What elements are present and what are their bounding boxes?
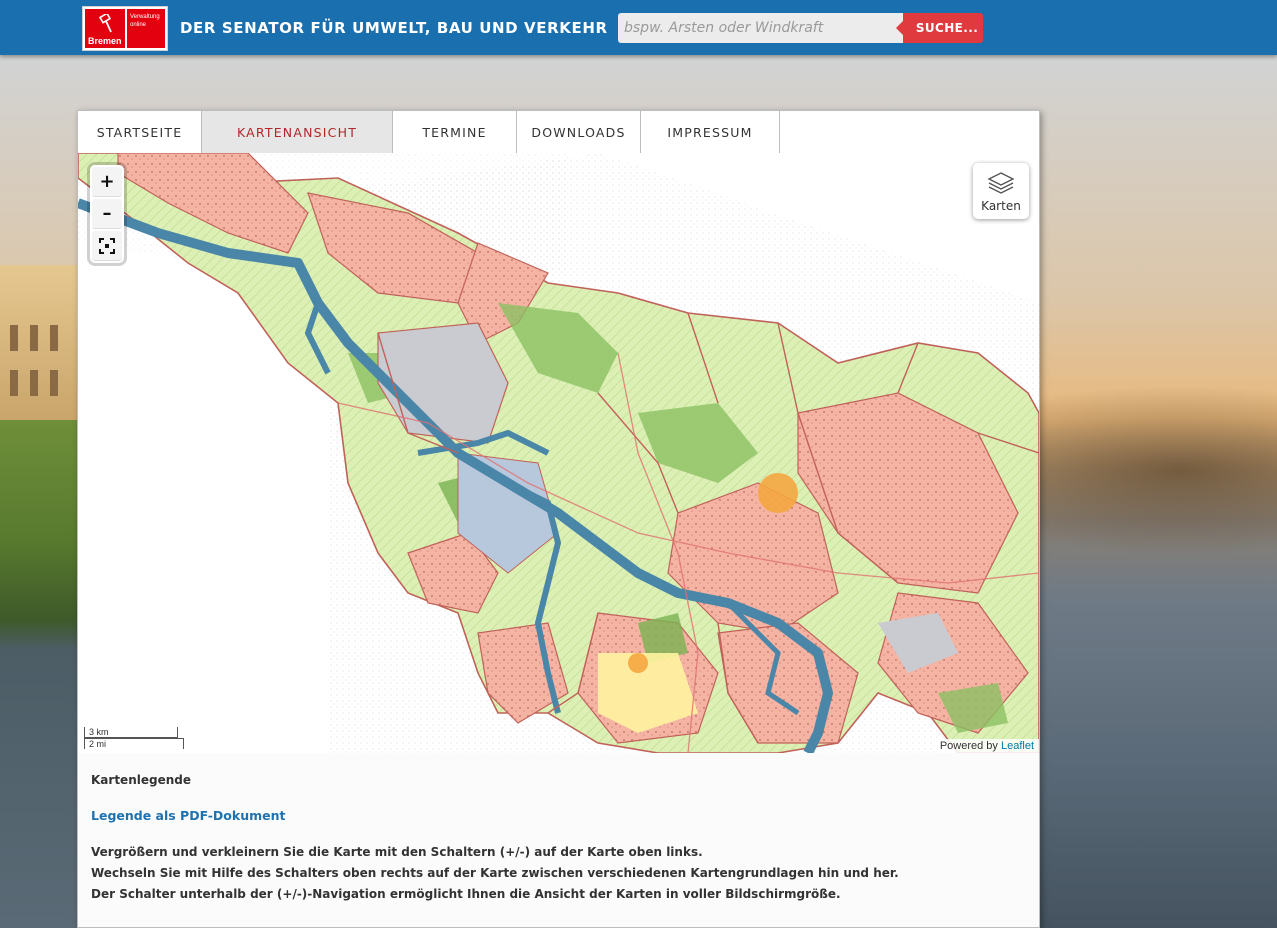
help-line: Wechseln Sie mit Hilfe des Schalters obe… (91, 866, 899, 880)
key-icon (99, 14, 112, 33)
fullscreen-button[interactable] (92, 231, 122, 261)
top-header: Bremen Verwaltung online DER SENATOR FÜR… (0, 0, 1277, 55)
background-landscape (0, 420, 80, 928)
help-line: Der Schalter unterhalb der (+/-)-Navigat… (91, 887, 841, 901)
tab-kartenansicht[interactable]: KARTENANSICHT (202, 111, 393, 153)
attribution-prefix: Powered by (939, 740, 998, 752)
map-help-text: Vergrößern und verkleinern Sie die Karte… (91, 842, 899, 905)
map-view[interactable]: + – Karten 3 km 2 mi Powered by Leaflet (78, 153, 1039, 753)
background-building (0, 265, 78, 425)
scale-imperial: 2 mi (84, 738, 184, 749)
layers-switcher-button[interactable]: Karten (973, 163, 1029, 219)
land-use-map[interactable] (78, 153, 1039, 753)
tab-termine[interactable]: TERMINE (393, 111, 517, 153)
help-line: Vergrößern und verkleinern Sie die Karte… (91, 845, 703, 859)
legend-title: Kartenlegende (91, 773, 191, 787)
leaflet-link[interactable]: Leaflet (1001, 740, 1034, 752)
logo-emblem: Bremen (85, 9, 125, 48)
logo-bremen-text: Bremen (88, 36, 122, 46)
map-scale: 3 km 2 mi (84, 727, 184, 749)
fullscreen-icon (99, 237, 115, 254)
bremen-logo[interactable]: Bremen Verwaltung online (82, 6, 168, 51)
layers-icon (987, 171, 1015, 194)
logo-verwaltung-text: Verwaltung online (129, 11, 163, 46)
zoom-control: + – (90, 165, 124, 263)
main-nav: STARTSEITE KARTENANSICHT TERMINE DOWNLOA… (78, 111, 1039, 154)
tab-downloads[interactable]: DOWNLOADS (517, 111, 641, 153)
site-title[interactable]: DER SENATOR FÜR UMWELT, BAU UND VERKEHR (180, 19, 608, 37)
search-input[interactable] (618, 13, 903, 43)
search-button[interactable]: SUCHE... (896, 13, 983, 43)
zoom-out-button[interactable]: – (92, 199, 122, 229)
tab-impressum[interactable]: IMPRESSUM (641, 111, 780, 153)
legend-pdf-link[interactable]: Legende als PDF-Dokument (91, 808, 286, 823)
zoom-in-button[interactable]: + (92, 167, 122, 197)
scale-metric: 3 km (84, 727, 178, 738)
content-panel: STARTSEITE KARTENANSICHT TERMINE DOWNLOA… (77, 110, 1040, 928)
map-attribution: Powered by Leaflet (934, 739, 1039, 753)
tab-startseite[interactable]: STARTSEITE (78, 111, 202, 153)
logo-verwaltung: Verwaltung online (127, 9, 165, 48)
layers-label: Karten (981, 198, 1021, 213)
